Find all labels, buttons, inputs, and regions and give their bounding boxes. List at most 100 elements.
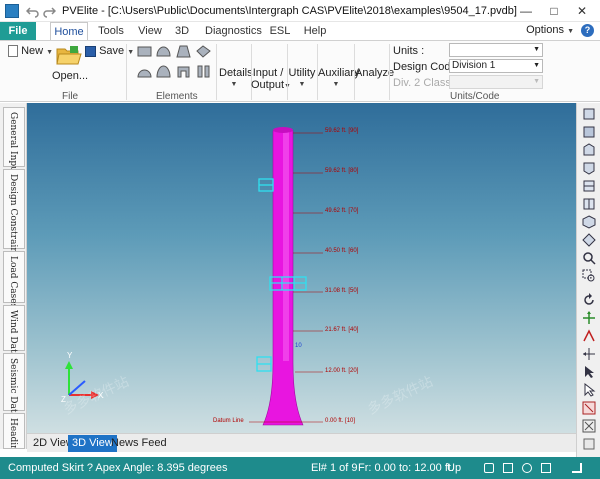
tab-file[interactable]: File (0, 22, 36, 40)
view-iso-icon[interactable] (582, 215, 596, 229)
elliptical-head-icon[interactable] (156, 45, 171, 58)
folder-icon (56, 46, 82, 65)
platform[interactable] (256, 356, 272, 372)
tab-general-input[interactable]: General Input (3, 107, 25, 176)
ribbon-separator (389, 44, 390, 100)
units-label: Units : (393, 45, 425, 57)
design-code-combo[interactable]: Division 1 ▼ (449, 59, 543, 73)
resize-grip-icon[interactable] (572, 463, 582, 473)
view-front-icon[interactable] (582, 107, 596, 121)
view-iso-2-icon[interactable] (582, 233, 596, 247)
tab-esl[interactable]: ESL (268, 22, 292, 40)
view-top-icon[interactable] (582, 143, 596, 157)
analyze-button[interactable]: Analyze (355, 67, 395, 79)
ribbon-separator (216, 44, 217, 100)
minimize-button[interactable]: — (512, 0, 540, 22)
chevron-down-icon: ▼ (127, 49, 135, 56)
design-code-value: Division 1 (452, 60, 496, 71)
view-left-icon[interactable] (582, 179, 596, 193)
details-label: Details (219, 67, 253, 79)
app-icon (5, 4, 19, 18)
status-range: Fr: 0.00 to: 12.00 ft. (358, 462, 454, 474)
hide-icon[interactable] (582, 419, 596, 433)
chevron-down-icon: ▼ (332, 81, 340, 88)
units-combo[interactable]: ▼ (449, 43, 543, 57)
chevron-down-icon: ▼ (533, 62, 540, 69)
torispherical-head-icon[interactable] (137, 65, 152, 78)
new-button[interactable]: New ▼ (8, 45, 53, 58)
open-label: Open... (52, 70, 89, 82)
elevation-label: 49.62 ft. [70] (325, 208, 359, 214)
input-output-label-1: Input / (252, 67, 284, 79)
options-label: Options (526, 24, 564, 36)
elevation-label: 40.50 ft. [60] (325, 248, 359, 254)
select-2-icon[interactable] (582, 382, 596, 397)
group-label-file: File (62, 91, 79, 102)
tab-seismic-data[interactable]: Seismic Data (3, 353, 25, 418)
platform[interactable] (258, 178, 274, 192)
input-output-button[interactable]: Input / Output▼ (251, 67, 291, 93)
tab-news-feed[interactable]: News Feed (107, 435, 171, 452)
chevron-down-icon: ▼ (567, 28, 574, 35)
conical-element-icon[interactable] (176, 45, 191, 58)
elevation-label: 0.00 ft. [10] (325, 418, 356, 424)
fit-icon[interactable] (582, 347, 596, 361)
tab-view[interactable]: View (136, 22, 164, 40)
open-button[interactable]: Open... (52, 45, 89, 82)
help-icon[interactable]: ? (581, 24, 594, 37)
tab-help[interactable]: Help (302, 22, 328, 40)
tab-wind-data[interactable]: Wind Data (3, 305, 25, 358)
measure-icon[interactable] (582, 401, 596, 415)
ribbon-tabs: File Home Tools View 3D Diagnostics ESL … (0, 22, 600, 40)
model-viewport[interactable]: 59.62 ft. [90] 59.62 ft. [80] 49.62 ft. … (27, 103, 576, 433)
tab-home[interactable]: Home (50, 22, 88, 40)
zoom-icon[interactable] (582, 251, 596, 265)
maximize-button[interactable]: □ (540, 0, 568, 22)
spherical-head-icon[interactable] (156, 65, 171, 78)
tab-design-constraints[interactable]: Design Constraints (3, 169, 25, 261)
elevation-label: 21.67 ft. [40] (325, 327, 359, 333)
zoom-window-icon[interactable] (582, 269, 596, 283)
skirt-element-icon[interactable] (176, 65, 191, 78)
status-indicator-icon (522, 463, 532, 473)
status-indicator-icon (541, 463, 551, 473)
auxiliary-label: Auxiliary (318, 67, 360, 79)
view-right-icon[interactable] (582, 197, 596, 211)
status-bar: Computed Skirt ? Apex Angle: 8.395 degre… (0, 457, 600, 479)
utility-label: Utility (288, 67, 316, 79)
save-label: Save (99, 45, 125, 57)
rotate-icon[interactable] (582, 293, 596, 307)
settings-icon[interactable] (582, 437, 596, 451)
details-button[interactable]: Details ▼ (219, 67, 253, 91)
tab-heading-label: Heading (8, 418, 18, 449)
view-bottom-icon[interactable] (582, 161, 596, 175)
tab-3d[interactable]: 3D (172, 22, 192, 40)
input-tabs: General Input Design Constraints Load Ca… (0, 103, 27, 449)
ribbon-separator (126, 44, 127, 100)
div2-class-label: Div. 2 Class: (393, 77, 454, 89)
tab-diagnostics[interactable]: Diagnostics (205, 22, 262, 40)
walk-icon[interactable] (582, 329, 596, 343)
pan-icon[interactable] (582, 311, 596, 325)
status-direction: Up (447, 462, 462, 474)
analyze-label: Analyze (355, 67, 395, 79)
close-button[interactable]: ✕ (568, 0, 596, 22)
undo-icon[interactable] (25, 4, 40, 18)
cylinder-element-icon[interactable] (137, 45, 152, 58)
title-bar: PVElite - [C:\Users\Public\Documents\Int… (0, 0, 600, 22)
options-menu[interactable]: Options ▼ (526, 24, 574, 36)
tab-wind-data-label: Wind Data (8, 310, 18, 358)
welded-flat-icon[interactable] (196, 45, 211, 58)
save-icon (85, 45, 96, 57)
utility-button[interactable]: Utility ▼ (288, 67, 316, 91)
select-icon[interactable] (582, 365, 596, 379)
tab-heading[interactable]: Heading (3, 413, 25, 449)
tab-tools[interactable]: Tools (96, 22, 126, 40)
auxiliary-button[interactable]: Auxiliary ▼ (318, 67, 360, 91)
tab-load-cases[interactable]: Load Cases (3, 251, 25, 308)
vessel-3d-model[interactable] (262, 127, 304, 426)
window-title: PVElite - [C:\Users\Public\Documents\Int… (62, 5, 517, 17)
redo-icon[interactable] (42, 4, 57, 18)
view-back-icon[interactable] (582, 125, 596, 139)
body-flange-icon[interactable] (196, 65, 211, 78)
